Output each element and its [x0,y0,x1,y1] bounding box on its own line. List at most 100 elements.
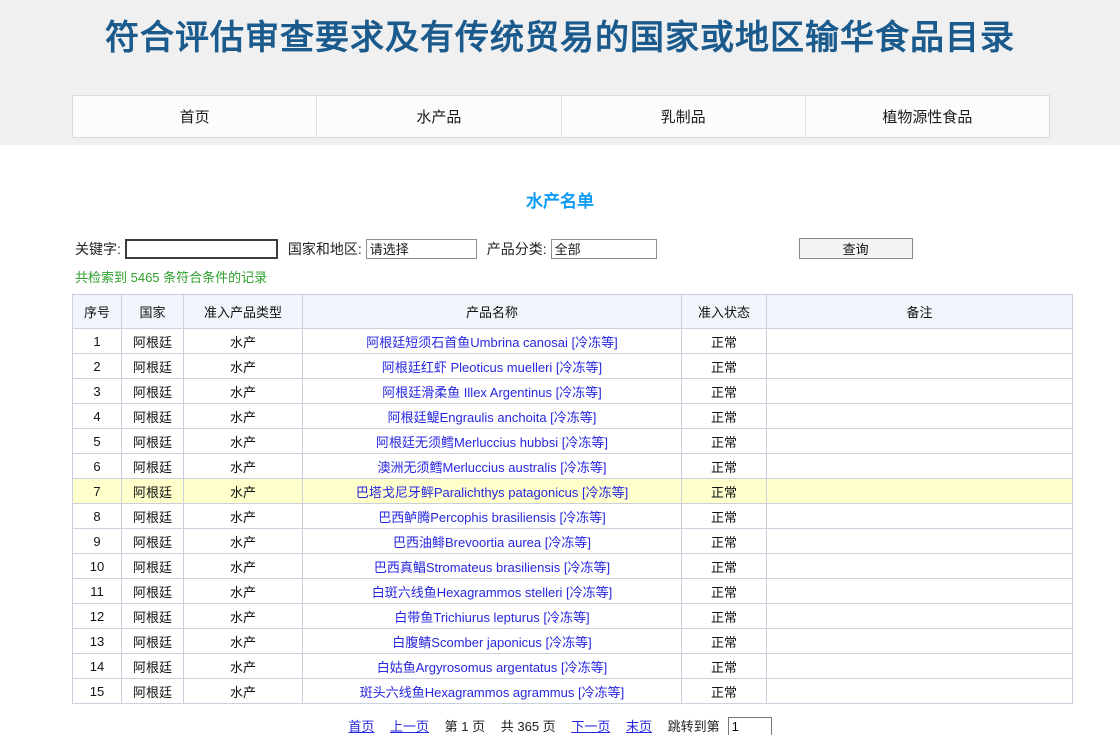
col-header-remark: 备注 [767,295,1073,329]
cell-remark [767,479,1073,504]
pagination-prev-link[interactable]: 上一页 [390,719,429,734]
cell-product-name: 澳洲无须鳕Merluccius australis [冷冻等] [303,454,682,479]
cell-index: 12 [73,604,122,629]
main-nav: 首页 水产品 乳制品 植物源性食品 [72,95,1050,138]
cell-product-type: 水产 [184,479,303,504]
col-header-status: 准入状态 [682,295,767,329]
product-link[interactable]: 澳洲无须鳕Merluccius australis [冷冻等] [378,460,607,475]
cell-index: 11 [73,579,122,604]
table-row: 9 阿根廷 水产 巴西油鲱Brevoortia aurea [冷冻等] 正常 [73,529,1073,554]
keyword-input[interactable] [125,239,278,259]
cell-remark [767,379,1073,404]
nav-item-plant-food[interactable]: 植物源性食品 [805,96,1049,137]
cell-index: 14 [73,654,122,679]
product-link[interactable]: 白带鱼Trichiurus lepturus [冷冻等] [394,610,589,625]
cell-product-type: 水产 [184,354,303,379]
cell-status: 正常 [682,554,767,579]
page-title: 符合评估审查要求及有传统贸易的国家或地区输华食品目录 [0,0,1120,59]
table-row: 5 阿根廷 水产 阿根廷无须鳕Merluccius hubbsi [冷冻等] 正… [73,429,1073,454]
pagination-last-link[interactable]: 末页 [626,719,652,734]
country-select[interactable] [366,239,477,259]
cell-remark [767,454,1073,479]
table-row: 3 阿根廷 水产 阿根廷滑柔鱼 Illex Argentinus [冷冻等] 正… [73,379,1073,404]
pagination-current-page: 第 1 页 [445,719,485,734]
cell-remark [767,529,1073,554]
cell-remark [767,404,1073,429]
cell-product-type: 水产 [184,554,303,579]
cell-product-type: 水产 [184,654,303,679]
table-row: 15 阿根廷 水产 斑头六线鱼Hexagrammos agrammus [冷冻等… [73,679,1073,704]
header-band: 符合评估审查要求及有传统贸易的国家或地区输华食品目录 首页 水产品 乳制品 植物… [0,0,1120,145]
cell-index: 9 [73,529,122,554]
cell-product-name: 阿根廷鳀Engraulis anchoita [冷冻等] [303,404,682,429]
cell-country: 阿根廷 [122,679,184,704]
nav-item-label: 首页 [180,106,210,127]
cell-product-type: 水产 [184,404,303,429]
cell-status: 正常 [682,504,767,529]
cell-product-name: 白带鱼Trichiurus lepturus [冷冻等] [303,604,682,629]
cell-product-type: 水产 [184,379,303,404]
product-link[interactable]: 巴西真鲳Stromateus brasiliensis [冷冻等] [374,560,610,575]
table-row: 7 阿根廷 水产 巴塔戈尼牙鲆Paralichthys patagonicus … [73,479,1073,504]
table-header-row: 序号 国家 准入产品类型 产品名称 准入状态 备注 [73,295,1073,329]
cell-product-name: 白姑鱼Argyrosomus argentatus [冷冻等] [303,654,682,679]
pagination-first-link[interactable]: 首页 [348,719,374,734]
nav-item-home[interactable]: 首页 [73,96,316,137]
product-link[interactable]: 白腹鲭Scomber japonicus [冷冻等] [392,635,591,650]
keyword-label: 关键字: [75,239,121,259]
cell-remark [767,429,1073,454]
cell-remark [767,629,1073,654]
product-link[interactable]: 阿根廷鳀Engraulis anchoita [冷冻等] [388,410,597,425]
category-label: 产品分类: [487,239,547,259]
cell-product-name: 阿根廷无须鳕Merluccius hubbsi [冷冻等] [303,429,682,454]
cell-status: 正常 [682,354,767,379]
table-row: 2 阿根廷 水产 阿根廷红虾 Pleoticus muelleri [冷冻等] … [73,354,1073,379]
product-link[interactable]: 白斑六线鱼Hexagrammos stelleri [冷冻等] [372,585,613,600]
page-jump-input[interactable] [728,717,772,735]
cell-product-name: 阿根廷红虾 Pleoticus muelleri [冷冻等] [303,354,682,379]
table-row: 4 阿根廷 水产 阿根廷鳀Engraulis anchoita [冷冻等] 正常 [73,404,1073,429]
table-row: 10 阿根廷 水产 巴西真鲳Stromateus brasiliensis [冷… [73,554,1073,579]
cell-status: 正常 [682,679,767,704]
product-link[interactable]: 阿根廷滑柔鱼 Illex Argentinus [冷冻等] [382,385,602,400]
cell-status: 正常 [682,529,767,554]
product-link[interactable]: 阿根廷红虾 Pleoticus muelleri [冷冻等] [382,360,602,375]
cell-index: 8 [73,504,122,529]
cell-remark [767,604,1073,629]
cell-remark [767,329,1073,354]
category-select[interactable] [551,239,657,259]
cell-index: 3 [73,379,122,404]
cell-country: 阿根廷 [122,654,184,679]
product-link[interactable]: 巴塔戈尼牙鲆Paralichthys patagonicus [冷冻等] [356,485,628,500]
query-button[interactable]: 查询 [799,238,913,259]
table-row: 11 阿根廷 水产 白斑六线鱼Hexagrammos stelleri [冷冻等… [73,579,1073,604]
product-table: 序号 国家 准入产品类型 产品名称 准入状态 备注 1 阿根廷 水产 阿根廷短须… [72,294,1073,704]
product-link[interactable]: 阿根廷无须鳕Merluccius hubbsi [冷冻等] [376,435,608,450]
cell-product-type: 水产 [184,504,303,529]
cell-product-name: 巴西真鲳Stromateus brasiliensis [冷冻等] [303,554,682,579]
pagination: 首页 上一页 第 1 页 共 365 页 下一页 末页 跳转到第 [0,716,1120,735]
cell-product-type: 水产 [184,529,303,554]
cell-country: 阿根廷 [122,629,184,654]
country-label: 国家和地区: [288,239,362,259]
product-link[interactable]: 斑头六线鱼Hexagrammos agrammus [冷冻等] [360,685,624,700]
cell-index: 10 [73,554,122,579]
col-header-country: 国家 [122,295,184,329]
cell-product-name: 巴西鲈腾Percophis brasiliensis [冷冻等] [303,504,682,529]
nav-item-aquatic[interactable]: 水产品 [316,96,560,137]
product-link[interactable]: 巴西鲈腾Percophis brasiliensis [冷冻等] [378,510,606,525]
product-link[interactable]: 巴西油鲱Brevoortia aurea [冷冻等] [393,535,591,550]
cell-country: 阿根廷 [122,579,184,604]
cell-status: 正常 [682,329,767,354]
cell-product-type: 水产 [184,579,303,604]
nav-item-dairy[interactable]: 乳制品 [561,96,805,137]
product-link[interactable]: 白姑鱼Argyrosomus argentatus [冷冻等] [377,660,607,675]
product-link[interactable]: 阿根廷短须石首鱼Umbrina canosai [冷冻等] [366,335,617,350]
cell-country: 阿根廷 [122,604,184,629]
table-row: 6 阿根廷 水产 澳洲无须鳕Merluccius australis [冷冻等]… [73,454,1073,479]
nav-item-label: 水产品 [416,106,461,127]
pagination-total-pages: 共 365 页 [501,719,556,734]
pagination-next-link[interactable]: 下一页 [571,719,610,734]
col-header-type: 准入产品类型 [184,295,303,329]
cell-product-name: 白斑六线鱼Hexagrammos stelleri [冷冻等] [303,579,682,604]
